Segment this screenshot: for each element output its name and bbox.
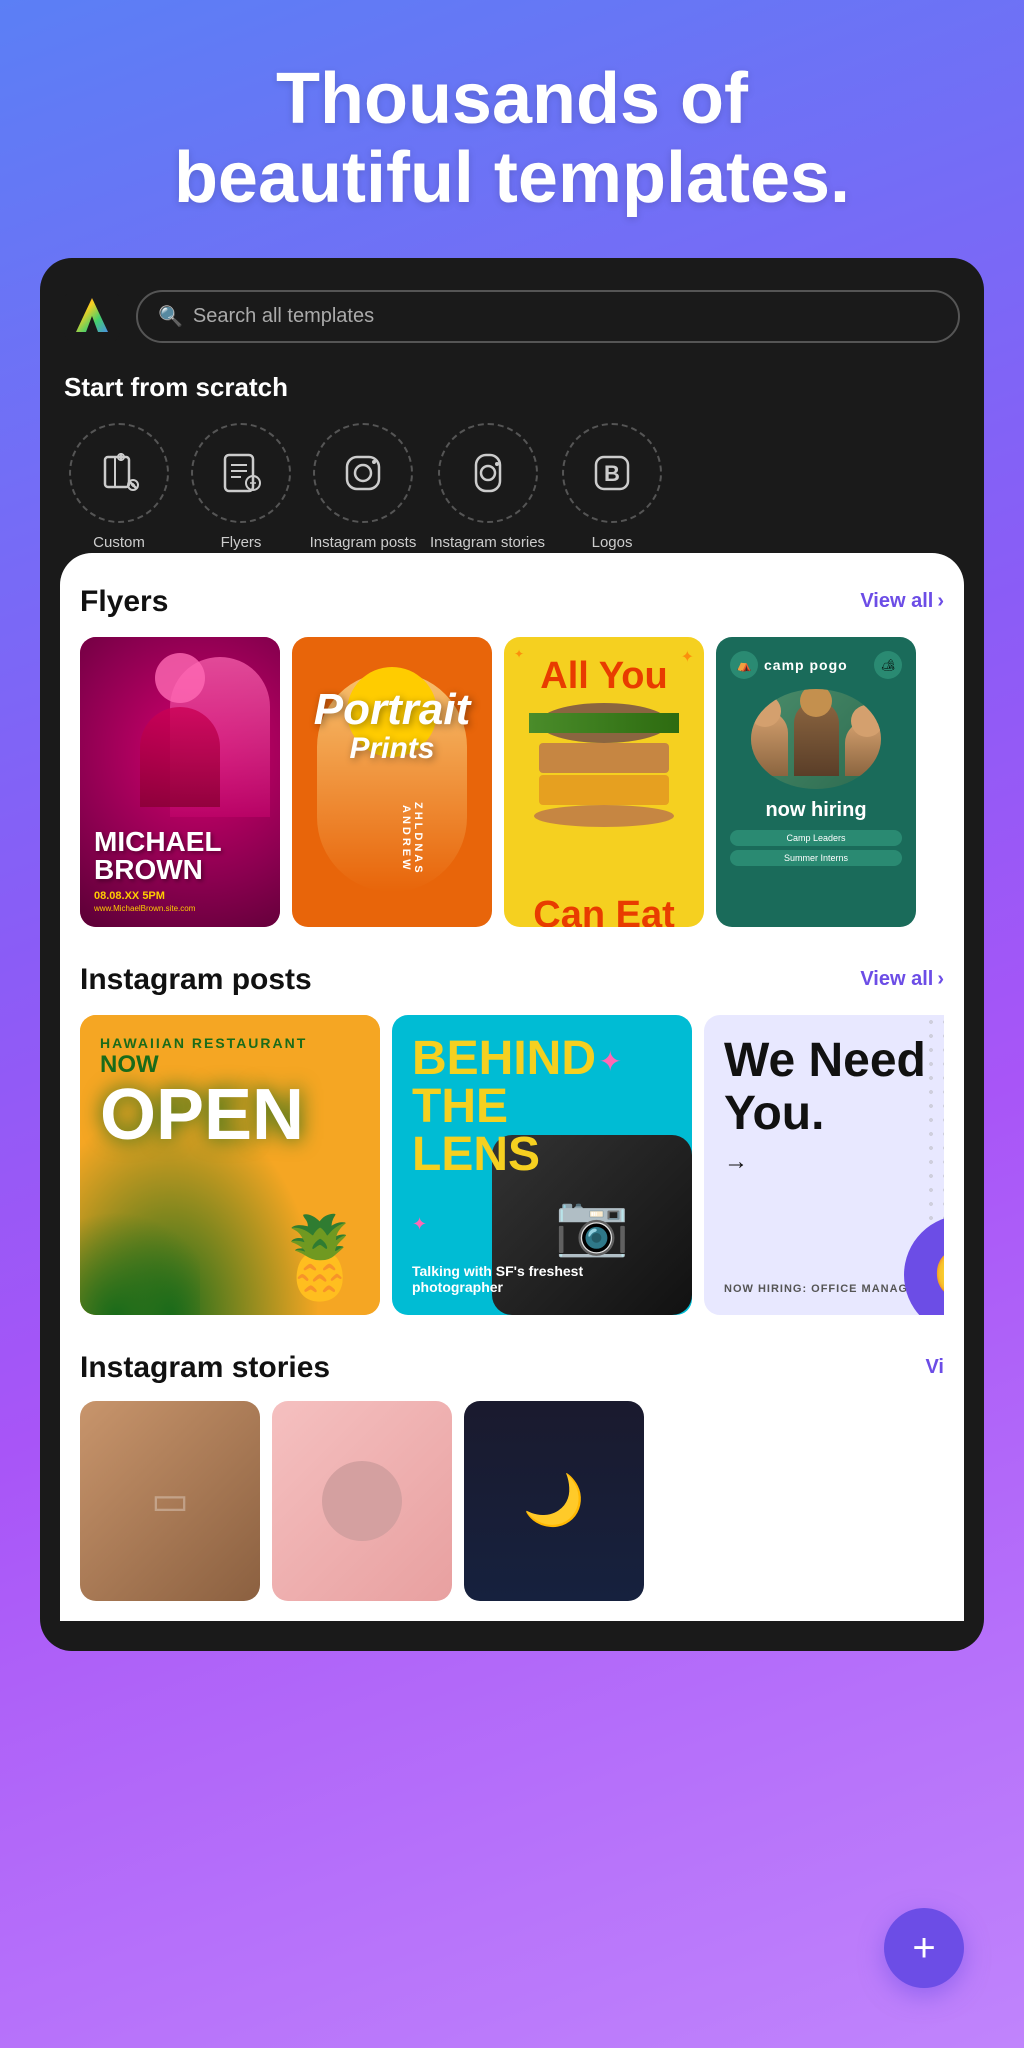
flyer-portrait-prints[interactable]: ANDREW ZHLDNAS Portrait Prints (292, 637, 492, 927)
flyer-all-you-can-eat[interactable]: ✦ ✦ All You (504, 637, 704, 927)
flyers-section-header: Flyers View all › (80, 585, 944, 619)
flyers-row: MICHAELBROWN 08.08.XX 5PM www.MichaelBro… (80, 637, 944, 927)
content-area: Flyers View all › MICHAELBROWN 08.08.XX … (60, 553, 964, 1621)
camp-kids-photo (751, 689, 881, 789)
search-row: 🔍 Search all templates (64, 288, 960, 344)
flyers-label: Flyers (221, 533, 262, 553)
instagram-posts-view-all[interactable]: View all › (860, 968, 944, 991)
camp-name: camp pogo (764, 657, 848, 673)
custom-label: Custom (93, 533, 145, 553)
allyoucan-top: All You (540, 657, 667, 695)
camp-tag-2: Summer Interns (730, 850, 902, 866)
instagram-stories-row: ▭ 🌙 (80, 1401, 944, 1621)
camp-tag-1: Camp Leaders (730, 830, 902, 846)
template-icon-flyers[interactable]: Flyers (186, 423, 296, 553)
logos-icon: B (562, 423, 662, 523)
pineapple-icon: 🍍 (270, 1211, 370, 1305)
camp-logo: ⛺ (730, 651, 758, 679)
instagram-stories-icon (438, 423, 538, 523)
instagram-stories-section-header: Instagram stories Vi (80, 1351, 944, 1385)
hawaiian-open: OPEN (100, 1079, 360, 1151)
instagram-posts-section-header: Instagram posts View all › (80, 963, 944, 997)
story-card-3[interactable]: 🌙 (464, 1401, 644, 1601)
instagram-stories-label: Instagram stories (430, 533, 545, 553)
we-need-hiring: NOW HIRING: OFFICE MANAGER (724, 1283, 925, 1295)
flyers-heading: Flyers (80, 585, 168, 619)
app-logo (64, 288, 120, 344)
instagram-stories-view-all[interactable]: Vi (925, 1356, 944, 1379)
hawaiian-restaurant-label: HAWAIIAN RESTAURANT (100, 1035, 360, 1051)
michael-brown-name: MICHAELBROWN (94, 828, 266, 884)
insta-hawaiian-card[interactable]: HAWAIIAN RESTAURANT NOW OPEN 🍍 (80, 1015, 380, 1315)
insta-hawaiian-text: HAWAIIAN RESTAURANT NOW OPEN (100, 1035, 360, 1151)
camp-header: ⛺ camp pogo 🏕 (730, 651, 902, 679)
instagram-posts-row: HAWAIIAN RESTAURANT NOW OPEN 🍍 ✦ ✦ BEHIN… (80, 1015, 944, 1315)
camp-hiring-text: now hiring (730, 799, 902, 822)
story-card-2[interactable] (272, 1401, 452, 1601)
hero-title: Thousands of beautiful templates. (40, 60, 984, 218)
template-icon-instagram-stories[interactable]: Instagram stories (430, 423, 545, 553)
behind-lens-subtitle: Talking with SF's freshest photographer (412, 1263, 672, 1295)
michael-brown-date: 08.08.XX 5PM (94, 890, 266, 902)
smiley-circle: 🙂 (904, 1215, 944, 1315)
instagram-posts-label: Instagram posts (310, 533, 417, 553)
logos-label: Logos (592, 533, 633, 553)
star-decoration-2: ✦ (412, 1214, 427, 1235)
hero-section: Thousands of beautiful templates. (0, 0, 1024, 258)
flyers-icon (191, 423, 291, 523)
flyer-michael-brown[interactable]: MICHAELBROWN 08.08.XX 5PM www.MichaelBro… (80, 637, 280, 927)
flyers-view-all[interactable]: View all › (860, 590, 944, 613)
allyoucan-bottom: Can Eat (533, 896, 674, 927)
insta-we-need-you-card[interactable]: We Need You. → NOW HIRING: OFFICE MANAGE… (704, 1015, 944, 1315)
flyer-michael-text: MICHAELBROWN 08.08.XX 5PM www.MichaelBro… (94, 828, 266, 913)
camp-icon-2: 🏕 (874, 651, 902, 679)
instagram-posts-heading: Instagram posts (80, 963, 312, 997)
fab-create-button[interactable]: + (884, 1908, 964, 1988)
flyer-camp-pogo[interactable]: ⛺ camp pogo 🏕 (716, 637, 916, 927)
insta-behind-lens-card[interactable]: ✦ ✦ BEHINDTHELENS 📷 Talking with SF's fr… (392, 1015, 692, 1315)
instagram-posts-icon (313, 423, 413, 523)
michael-brown-url: www.MichaelBrown.site.com (94, 904, 266, 913)
template-icon-instagram-posts[interactable]: Instagram posts (308, 423, 418, 553)
behind-lens-title: BEHINDTHELENS (412, 1035, 672, 1179)
search-placeholder-text: Search all templates (193, 305, 374, 328)
custom-icon (69, 423, 169, 523)
we-need-arrow: → (724, 1148, 944, 1176)
template-icon-logos[interactable]: B Logos (557, 423, 667, 553)
we-need-title: We Need You. (724, 1035, 944, 1141)
template-icon-custom[interactable]: Custom (64, 423, 174, 553)
instagram-stories-heading: Instagram stories (80, 1351, 330, 1385)
app-card: 🔍 Search all templates Start from scratc… (40, 258, 984, 1651)
template-icons-row: Custom Flyers (64, 423, 960, 553)
search-icon: 🔍 (158, 304, 183, 329)
story-card-1[interactable]: ▭ (80, 1401, 260, 1601)
search-bar[interactable]: 🔍 Search all templates (136, 290, 960, 343)
start-from-scratch-heading: Start from scratch (64, 372, 960, 403)
svg-text:B: B (604, 461, 620, 486)
